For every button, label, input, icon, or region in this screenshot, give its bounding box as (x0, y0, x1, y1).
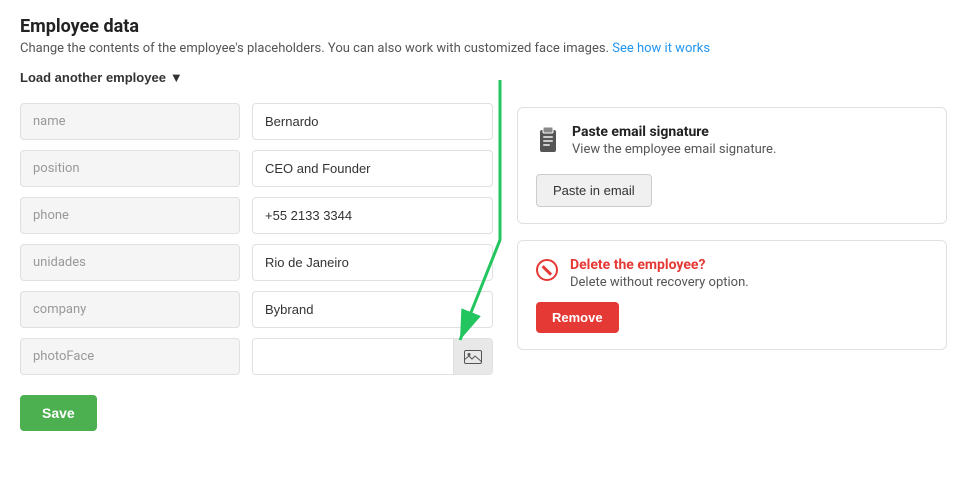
delete-card: Delete the employee? Delete without reco… (517, 240, 947, 350)
paste-card-desc: View the employee email signature. (572, 142, 776, 157)
position-label: position (20, 150, 240, 187)
delete-card-title: Delete the employee? (570, 257, 749, 273)
delete-card-text: Delete the employee? Delete without reco… (570, 257, 749, 290)
photoface-input-wrapper (252, 338, 493, 375)
save-button[interactable]: Save (20, 395, 97, 431)
photoface-upload-button[interactable] (453, 339, 492, 374)
paste-card-text: Paste email signature View the employee … (572, 124, 776, 157)
phone-row: phone (20, 197, 493, 234)
image-icon (464, 350, 482, 364)
unidades-row: unidades (20, 244, 493, 281)
paste-email-card: Paste email signature View the employee … (517, 107, 947, 224)
paste-card-header: Paste email signature View the employee … (536, 124, 928, 160)
name-label: name (20, 103, 240, 140)
phone-input[interactable] (252, 197, 493, 234)
unidades-input[interactable] (252, 244, 493, 281)
remove-button[interactable]: Remove (536, 302, 619, 333)
photoface-label: photoFace (20, 338, 240, 375)
page-container: Employee data Change the contents of the… (0, 0, 967, 504)
company-input[interactable] (252, 291, 493, 328)
phone-label: phone (20, 197, 240, 234)
load-employee-button[interactable]: Load another employee ▼ (20, 70, 183, 85)
photoface-input[interactable] (253, 339, 453, 374)
main-layout: name position phone unidades company (20, 103, 947, 431)
name-input[interactable] (252, 103, 493, 140)
form-section: name position phone unidades company (20, 103, 493, 431)
no-entry-icon (536, 259, 558, 281)
right-section: Paste email signature View the employee … (517, 103, 947, 431)
paste-in-email-button[interactable]: Paste in email (536, 174, 652, 207)
see-how-link[interactable]: See how it works (612, 41, 710, 56)
unidades-label: unidades (20, 244, 240, 281)
delete-card-header: Delete the employee? Delete without reco… (536, 257, 928, 290)
page-title: Employee data (20, 16, 947, 37)
delete-card-desc: Delete without recovery option. (570, 275, 749, 290)
position-input[interactable] (252, 150, 493, 187)
company-label: company (20, 291, 240, 328)
paste-card-title: Paste email signature (572, 124, 776, 140)
clipboard-icon (536, 126, 560, 160)
photoface-row: photoFace (20, 338, 493, 375)
page-description: Change the contents of the employee's pl… (20, 41, 947, 56)
company-row: company (20, 291, 493, 328)
position-row: position (20, 150, 493, 187)
name-row: name (20, 103, 493, 140)
